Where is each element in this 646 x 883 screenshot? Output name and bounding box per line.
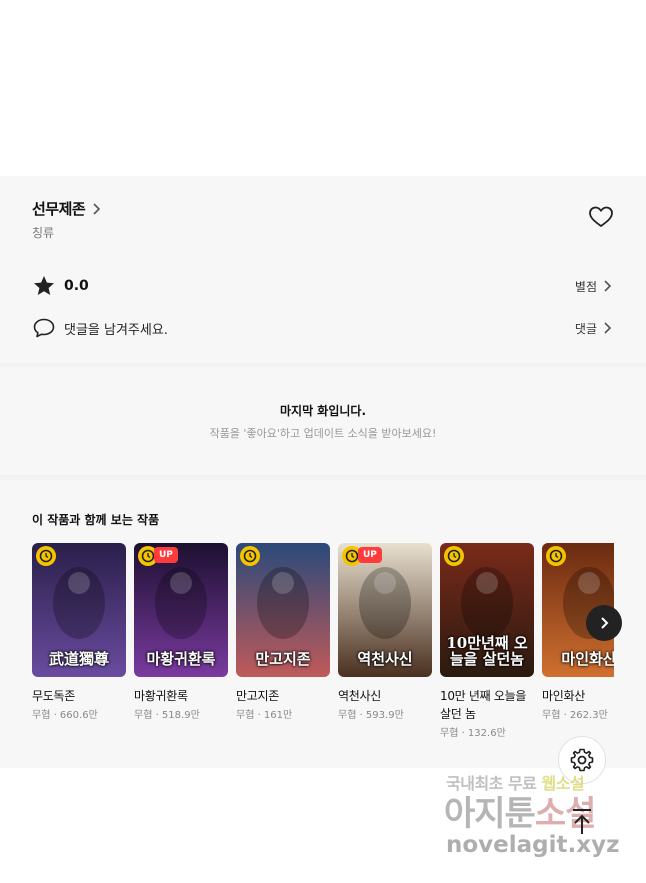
recommendation-item[interactable]: 역천사신 UP 역천사신무협 · 593.9만 (338, 543, 432, 723)
arrow-up-icon (573, 809, 591, 834)
recommendation-item[interactable]: 만고지존 만고지존 무협 · 161만 (236, 543, 330, 723)
rating-value: 0.0 (64, 278, 89, 294)
recommendation-item[interactable]: 10만년째 오늘을 살던놈 10만 년째 오늘을 살던 놈무협 · 132.6만 (440, 543, 534, 741)
clock-badge-icon (444, 546, 464, 566)
cover-title-art: 마황귀환록 (146, 650, 216, 668)
recommendation-item[interactable]: 武道獨尊 무도독존무협 · 660.6만 (32, 543, 126, 723)
comment-row: 댓글을 남겨주세요. 댓글 (32, 316, 614, 340)
last-episode-title: 마지막 화입니다. (279, 404, 367, 418)
rating-link-label: 별점 (574, 279, 597, 294)
cover-title-art: 역천사신 (357, 650, 413, 668)
comment-link-label: 댓글 (574, 321, 597, 336)
series-author: 칭류 (32, 226, 55, 240)
last-episode-notice: 마지막 화입니다. 작품을 '좋아요'하고 업데이트 소식을 받아보세요! (0, 367, 646, 475)
chevron-right-icon (604, 280, 612, 292)
rating-link[interactable]: 별점 (575, 278, 614, 295)
cover-image: 10만년째 오늘을 살던놈 (440, 543, 534, 677)
cover-title-art: 武道獨尊 (48, 650, 109, 668)
recommendation-meta: 무협 · 262.3만 (542, 710, 608, 721)
recommendations-section: 이 작품과 함께 보는 작품 武道獨尊 무도독존무협 · 660.6만 마황귀환록 U… (0, 480, 646, 768)
recommendation-title: 마인화산 (542, 689, 585, 703)
series-title: 선무제존 (32, 200, 86, 218)
recommendation-item[interactable]: 마황귀환록 UP 마황귀환록무협 · 518.9만 (134, 543, 228, 723)
cover-title-art: 만고지존 (255, 650, 311, 668)
recommendation-title: 무도독존 (32, 689, 75, 703)
recommendation-meta: 무협 · 132.6만 (440, 728, 506, 739)
up-badge: UP (358, 547, 382, 563)
last-episode-subtitle: 작품을 '좋아요'하고 업데이트 소식을 받아보세요! (209, 427, 437, 440)
series-title-link[interactable]: 선무제존 (32, 198, 103, 219)
cover-image: 만고지존 (236, 543, 330, 677)
cover-image: 마황귀환록 UP (134, 543, 228, 677)
comment-link[interactable]: 댓글 (575, 320, 614, 337)
recommendation-title: 만고지존 (236, 689, 279, 703)
star-icon (34, 276, 54, 295)
recommendations-heading: 이 작품과 함께 보는 작품 (32, 513, 160, 527)
recommendations-carousel: 武道獨尊 무도독존무협 · 660.6만 마황귀환록 UP 마황귀환록무협 · 518.… (32, 543, 614, 753)
up-badge: UP (154, 547, 178, 563)
page-top-blank (0, 0, 646, 176)
comment-prompt[interactable]: 댓글을 남겨주세요. (64, 319, 168, 338)
recommendation-meta: 무협 · 161만 (236, 710, 293, 721)
cover-title-art: 마인화산 (561, 650, 614, 668)
recommendation-title: 마황귀환록 (134, 689, 188, 703)
cover-image: 역천사신 UP (338, 543, 432, 677)
heart-icon[interactable] (588, 205, 614, 229)
chevron-right-icon (93, 202, 101, 215)
carousel-next-button[interactable] (586, 605, 622, 641)
clock-badge-icon (36, 546, 56, 566)
chevron-right-icon (601, 617, 609, 629)
chevron-right-icon (604, 322, 612, 334)
recommendation-title: 역천사신 (338, 689, 381, 703)
scroll-to-top-button[interactable] (566, 806, 598, 838)
series-info-card: 선무제존 칭류 0.0 별점 댓글을 남겨주세요. 댓글 (0, 176, 646, 363)
clock-badge-icon (240, 546, 260, 566)
clock-badge-icon (546, 546, 566, 566)
rating-row: 0.0 별점 (32, 274, 614, 298)
recommendation-meta: 무협 · 593.9만 (338, 710, 404, 721)
recommendation-title: 10만 년째 오늘을 살던 놈 (440, 689, 527, 721)
recommendation-meta: 무협 · 660.6만 (32, 710, 98, 721)
cover-title-art: 10만년째 오늘을 살던놈 (446, 634, 528, 668)
recommendation-meta: 무협 · 518.9만 (134, 710, 200, 721)
speech-bubble-icon (33, 318, 55, 338)
cover-image: 武道獨尊 (32, 543, 126, 677)
